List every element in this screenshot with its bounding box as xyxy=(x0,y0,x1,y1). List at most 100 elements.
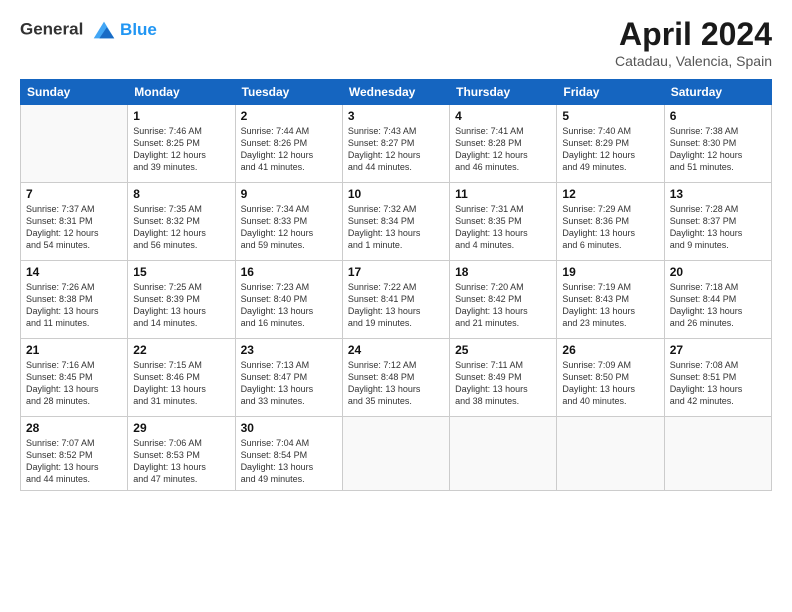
day-cell: 16Sunrise: 7:23 AMSunset: 8:40 PMDayligh… xyxy=(235,261,342,339)
day-info: Sunrise: 7:26 AMSunset: 8:38 PMDaylight:… xyxy=(26,281,122,330)
day-number: 28 xyxy=(26,421,122,435)
week-row-1: 1 Sunrise: 7:46 AMSunset: 8:25 PMDaylight… xyxy=(21,105,772,183)
day-info: Sunrise: 7:12 AMSunset: 8:48 PMDaylight:… xyxy=(348,359,444,408)
page: General Blue April 2024 Catadau, Valenci… xyxy=(0,0,792,612)
day-cell: 22 Sunrise: 7:15 AMSunset: 8:46 PMDayligh… xyxy=(128,339,235,417)
header-cell-tuesday: Tuesday xyxy=(235,80,342,105)
day-cell: 6 Sunrise: 7:38 AMSunset: 8:30 PMDaylight… xyxy=(664,105,771,183)
day-info: Sunrise: 7:46 AMSunset: 8:25 PMDaylight:… xyxy=(133,125,229,174)
day-info: Sunrise: 7:08 AMSunset: 8:51 PMDaylight:… xyxy=(670,359,766,408)
day-info: Sunrise: 7:07 AMSunset: 8:52 PMDaylight:… xyxy=(26,437,122,486)
day-cell: 25 Sunrise: 7:11 AMSunset: 8:49 PMDayligh… xyxy=(450,339,557,417)
day-cell: 29 Sunrise: 7:06 AMSunset: 8:53 PMDayligh… xyxy=(128,417,235,491)
day-number: 22 xyxy=(133,343,229,357)
calendar-header: SundayMondayTuesdayWednesdayThursdayFrid… xyxy=(21,80,772,105)
logo: General Blue xyxy=(20,16,157,44)
day-cell: 28 Sunrise: 7:07 AMSunset: 8:52 PMDayligh… xyxy=(21,417,128,491)
day-number: 19 xyxy=(562,265,658,279)
day-info: Sunrise: 7:23 AMSunset: 8:40 PMDaylight:… xyxy=(241,281,337,330)
day-info: Sunrise: 7:38 AMSunset: 8:30 PMDaylight:… xyxy=(670,125,766,174)
header-cell-saturday: Saturday xyxy=(664,80,771,105)
day-cell xyxy=(664,417,771,491)
day-number: 11 xyxy=(455,187,551,201)
day-cell: 24 Sunrise: 7:12 AMSunset: 8:48 PMDayligh… xyxy=(342,339,449,417)
day-cell: 9 Sunrise: 7:34 AMSunset: 8:33 PMDaylight… xyxy=(235,183,342,261)
day-info: Sunrise: 7:15 AMSunset: 8:46 PMDaylight:… xyxy=(133,359,229,408)
day-number: 7 xyxy=(26,187,122,201)
day-cell xyxy=(21,105,128,183)
day-cell: 23 Sunrise: 7:13 AMSunset: 8:47 PMDayligh… xyxy=(235,339,342,417)
day-cell: 14Sunrise: 7:26 AMSunset: 8:38 PMDayligh… xyxy=(21,261,128,339)
day-number: 6 xyxy=(670,109,766,123)
day-info: Sunrise: 7:20 AMSunset: 8:42 PMDaylight:… xyxy=(455,281,551,330)
day-number: 23 xyxy=(241,343,337,357)
day-cell: 18 Sunrise: 7:20 AMSunset: 8:42 PMDayligh… xyxy=(450,261,557,339)
day-cell xyxy=(557,417,664,491)
day-number: 27 xyxy=(670,343,766,357)
day-cell: 3 Sunrise: 7:43 AMSunset: 8:27 PMDaylight… xyxy=(342,105,449,183)
day-info: Sunrise: 7:06 AMSunset: 8:53 PMDaylight:… xyxy=(133,437,229,486)
header-cell-monday: Monday xyxy=(128,80,235,105)
day-info: Sunrise: 7:34 AMSunset: 8:33 PMDaylight:… xyxy=(241,203,337,252)
week-row-2: 7 Sunrise: 7:37 AMSunset: 8:31 PMDaylight… xyxy=(21,183,772,261)
header: General Blue April 2024 Catadau, Valenci… xyxy=(20,16,772,69)
header-row: SundayMondayTuesdayWednesdayThursdayFrid… xyxy=(21,80,772,105)
day-cell: 2Sunrise: 7:44 AMSunset: 8:26 PMDaylight… xyxy=(235,105,342,183)
day-number: 12 xyxy=(562,187,658,201)
subtitle: Catadau, Valencia, Spain xyxy=(615,53,772,69)
day-info: Sunrise: 7:35 AMSunset: 8:32 PMDaylight:… xyxy=(133,203,229,252)
day-cell xyxy=(450,417,557,491)
day-cell: 15Sunrise: 7:25 AMSunset: 8:39 PMDayligh… xyxy=(128,261,235,339)
day-number: 3 xyxy=(348,109,444,123)
day-cell: 5Sunrise: 7:40 AMSunset: 8:29 PMDaylight… xyxy=(557,105,664,183)
day-number: 13 xyxy=(670,187,766,201)
day-info: Sunrise: 7:13 AMSunset: 8:47 PMDaylight:… xyxy=(241,359,337,408)
day-number: 1 xyxy=(133,109,229,123)
day-number: 10 xyxy=(348,187,444,201)
day-info: Sunrise: 7:09 AMSunset: 8:50 PMDaylight:… xyxy=(562,359,658,408)
day-info: Sunrise: 7:16 AMSunset: 8:45 PMDaylight:… xyxy=(26,359,122,408)
day-info: Sunrise: 7:44 AMSunset: 8:26 PMDaylight:… xyxy=(241,125,337,174)
day-number: 24 xyxy=(348,343,444,357)
day-info: Sunrise: 7:41 AMSunset: 8:28 PMDaylight:… xyxy=(455,125,551,174)
day-cell: 12 Sunrise: 7:29 AMSunset: 8:36 PMDayligh… xyxy=(557,183,664,261)
day-cell: 19 Sunrise: 7:19 AMSunset: 8:43 PMDayligh… xyxy=(557,261,664,339)
week-row-3: 14Sunrise: 7:26 AMSunset: 8:38 PMDayligh… xyxy=(21,261,772,339)
calendar-body: 1 Sunrise: 7:46 AMSunset: 8:25 PMDaylight… xyxy=(21,105,772,491)
day-number: 29 xyxy=(133,421,229,435)
header-cell-wednesday: Wednesday xyxy=(342,80,449,105)
day-cell: 27 Sunrise: 7:08 AMSunset: 8:51 PMDayligh… xyxy=(664,339,771,417)
day-cell: 20 Sunrise: 7:18 AMSunset: 8:44 PMDayligh… xyxy=(664,261,771,339)
day-info: Sunrise: 7:37 AMSunset: 8:31 PMDaylight:… xyxy=(26,203,122,252)
day-info: Sunrise: 7:19 AMSunset: 8:43 PMDaylight:… xyxy=(562,281,658,330)
day-number: 18 xyxy=(455,265,551,279)
day-info: Sunrise: 7:40 AMSunset: 8:29 PMDaylight:… xyxy=(562,125,658,174)
day-number: 26 xyxy=(562,343,658,357)
day-cell: 11Sunrise: 7:31 AMSunset: 8:35 PMDayligh… xyxy=(450,183,557,261)
day-number: 25 xyxy=(455,343,551,357)
day-cell: 10 Sunrise: 7:32 AMSunset: 8:34 PMDayligh… xyxy=(342,183,449,261)
header-cell-thursday: Thursday xyxy=(450,80,557,105)
day-info: Sunrise: 7:32 AMSunset: 8:34 PMDaylight:… xyxy=(348,203,444,252)
day-info: Sunrise: 7:28 AMSunset: 8:37 PMDaylight:… xyxy=(670,203,766,252)
day-cell: 30Sunrise: 7:04 AMSunset: 8:54 PMDayligh… xyxy=(235,417,342,491)
logo-icon xyxy=(90,16,118,44)
day-cell: 21Sunrise: 7:16 AMSunset: 8:45 PMDayligh… xyxy=(21,339,128,417)
day-cell: 17Sunrise: 7:22 AMSunset: 8:41 PMDayligh… xyxy=(342,261,449,339)
day-cell: 7 Sunrise: 7:37 AMSunset: 8:31 PMDaylight… xyxy=(21,183,128,261)
day-number: 4 xyxy=(455,109,551,123)
calendar-table: SundayMondayTuesdayWednesdayThursdayFrid… xyxy=(20,79,772,491)
day-info: Sunrise: 7:18 AMSunset: 8:44 PMDaylight:… xyxy=(670,281,766,330)
day-info: Sunrise: 7:25 AMSunset: 8:39 PMDaylight:… xyxy=(133,281,229,330)
day-cell xyxy=(342,417,449,491)
day-cell: 4 Sunrise: 7:41 AMSunset: 8:28 PMDaylight… xyxy=(450,105,557,183)
day-number: 20 xyxy=(670,265,766,279)
logo-text: General xyxy=(20,16,118,44)
month-title: April 2024 xyxy=(615,16,772,53)
day-info: Sunrise: 7:29 AMSunset: 8:36 PMDaylight:… xyxy=(562,203,658,252)
day-number: 9 xyxy=(241,187,337,201)
day-info: Sunrise: 7:11 AMSunset: 8:49 PMDaylight:… xyxy=(455,359,551,408)
logo-blue: Blue xyxy=(120,20,157,40)
day-info: Sunrise: 7:43 AMSunset: 8:27 PMDaylight:… xyxy=(348,125,444,174)
day-number: 17 xyxy=(348,265,444,279)
